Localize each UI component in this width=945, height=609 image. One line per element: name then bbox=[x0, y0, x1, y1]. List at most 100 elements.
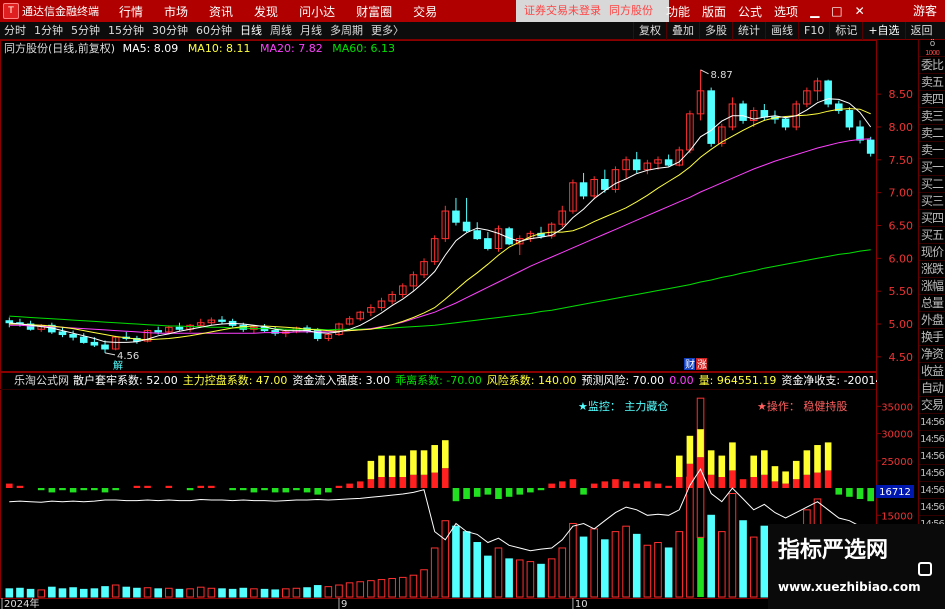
strength-up-block bbox=[16, 485, 24, 488]
strength-cap-block bbox=[814, 445, 821, 473]
volume-bar bbox=[547, 558, 556, 598]
volume-bar bbox=[420, 569, 428, 598]
candle-body bbox=[69, 334, 77, 338]
strength-up-block bbox=[792, 479, 800, 488]
volume-badge: 16712 bbox=[879, 487, 911, 498]
volume-bar bbox=[718, 531, 726, 598]
jie-marker: 解 bbox=[113, 359, 123, 372]
strength-up-block bbox=[644, 481, 651, 488]
volume-bar bbox=[239, 587, 248, 598]
ma20-line bbox=[9, 138, 871, 334]
volume-bar bbox=[37, 589, 46, 598]
volume-bar bbox=[611, 531, 620, 598]
candle-body bbox=[90, 341, 99, 346]
volume-bar bbox=[5, 588, 14, 598]
sidebar-quote-item: 涨幅 bbox=[919, 279, 945, 295]
sidebar-tick-time: 14:56 bbox=[919, 448, 945, 465]
candle-body bbox=[856, 126, 864, 141]
strength-up-block bbox=[208, 485, 215, 488]
volume-bar bbox=[90, 588, 99, 598]
indicator-param: 主力控盘系数: 47.00 bbox=[182, 374, 288, 387]
strength-cap-block bbox=[782, 471, 789, 484]
volume-bar bbox=[739, 520, 747, 598]
strength-down-block bbox=[69, 488, 77, 493]
volume-bar bbox=[441, 520, 450, 598]
ma10-value: MA10: 8.11 bbox=[187, 42, 251, 55]
volume-bar bbox=[324, 586, 333, 598]
strength-down-block bbox=[48, 488, 56, 493]
price-axis-label: 7.50 bbox=[889, 154, 914, 167]
sidebar-quote-item: 净资 bbox=[919, 347, 945, 363]
strength-down-block bbox=[846, 488, 853, 497]
strength-down-block bbox=[250, 488, 258, 493]
volume-bar bbox=[632, 533, 641, 598]
strength-up-block bbox=[133, 485, 141, 488]
strength-up-block bbox=[548, 483, 555, 488]
stock-name: 同方股份(日线,前复权) bbox=[4, 42, 116, 55]
strength-cap-block bbox=[792, 460, 800, 480]
strength-down-block bbox=[293, 488, 300, 491]
stock-info-line: 同方股份(日线,前复权) MA5: 8.09 MA10: 8.11 MA20: … bbox=[0, 41, 395, 57]
candle-body bbox=[175, 326, 184, 330]
strength-cap-block bbox=[761, 450, 768, 475]
candle-body bbox=[632, 159, 641, 171]
strength-cap-block bbox=[410, 450, 417, 475]
volume-bar bbox=[569, 522, 577, 598]
volume-bar bbox=[228, 588, 237, 598]
strength-up-block bbox=[654, 483, 662, 488]
sidebar-quote-item: 总量 bbox=[919, 296, 945, 312]
sidebar-corner[interactable]: ö 1000 bbox=[919, 40, 945, 57]
indicator-param: 乖离系数: -70.00 bbox=[395, 374, 482, 387]
volume-bar bbox=[473, 542, 482, 598]
price-panel-frame bbox=[0, 40, 877, 372]
strength-up-block bbox=[431, 472, 438, 488]
sidebar-quote-item: 换手 bbox=[919, 330, 945, 346]
strength-up-block bbox=[803, 474, 811, 488]
strength-up-block bbox=[378, 477, 385, 488]
strength-down-block bbox=[484, 488, 492, 495]
candle-body bbox=[579, 182, 588, 197]
candle-body bbox=[505, 228, 513, 245]
sidebar-tick-time: 14:56 bbox=[919, 465, 945, 482]
strength-up-block bbox=[388, 477, 396, 488]
volume-bar bbox=[196, 586, 205, 598]
strength-down-block bbox=[452, 488, 460, 502]
indicator-param: 风险系数: 140.00 bbox=[486, 374, 577, 387]
volume-bar bbox=[462, 531, 471, 598]
kline-chart[interactable]: 8.50 8.00 7.50 7.00 6.50 6.00 5.50 5.00 4.50 3500… bbox=[0, 0, 918, 609]
strength-down-block bbox=[261, 488, 268, 491]
strength-down-block bbox=[282, 488, 290, 493]
strength-down-block bbox=[112, 488, 119, 491]
strength-up-block bbox=[686, 463, 694, 488]
indicator-param: 预测风险: 70.00 bbox=[581, 374, 665, 387]
strength-up-block bbox=[601, 481, 609, 488]
volume-bar bbox=[154, 588, 162, 598]
watermark: 指标严选网 www.xuezhibiao.com bbox=[768, 524, 945, 609]
candle-body bbox=[484, 238, 492, 249]
sidebar-tick-time: 14:56 bbox=[919, 499, 945, 516]
ma10-line bbox=[9, 108, 871, 341]
strength-down-block bbox=[271, 488, 279, 493]
candle-body bbox=[462, 221, 471, 232]
monitor-label: ★监控： 主力藏仓 bbox=[578, 399, 668, 413]
volume-bar bbox=[133, 587, 141, 598]
strength-up-block bbox=[739, 479, 747, 488]
volume-bar bbox=[643, 544, 652, 598]
strength-down-block bbox=[303, 488, 311, 493]
strength-down-block bbox=[495, 488, 502, 499]
volume-bar bbox=[282, 588, 290, 598]
volume-bar bbox=[367, 580, 375, 598]
ma5-value: MA5: 8.09 bbox=[122, 42, 179, 55]
candle-body bbox=[79, 336, 88, 343]
strength-cap-block bbox=[442, 440, 449, 469]
indicator-info-line: 乐淘公式网 散户套牢系数: 52.00 主力控盘系数: 47.00 资金流入强度: 3… bbox=[0, 373, 877, 389]
volume-bar bbox=[749, 536, 758, 598]
sidebar-quote-item: 买三 bbox=[919, 194, 945, 210]
sidebar-quote-item: 买二 bbox=[919, 177, 945, 193]
strength-up-block bbox=[590, 483, 598, 488]
sidebar-quote-item: 买一 bbox=[919, 160, 945, 176]
strength-down-block bbox=[186, 488, 194, 491]
operation-label: ★操作： 稳健持股 bbox=[757, 399, 847, 413]
volume-axis-label: 15000 bbox=[881, 511, 913, 522]
sidebar-quote-item: 卖二 bbox=[919, 126, 945, 142]
